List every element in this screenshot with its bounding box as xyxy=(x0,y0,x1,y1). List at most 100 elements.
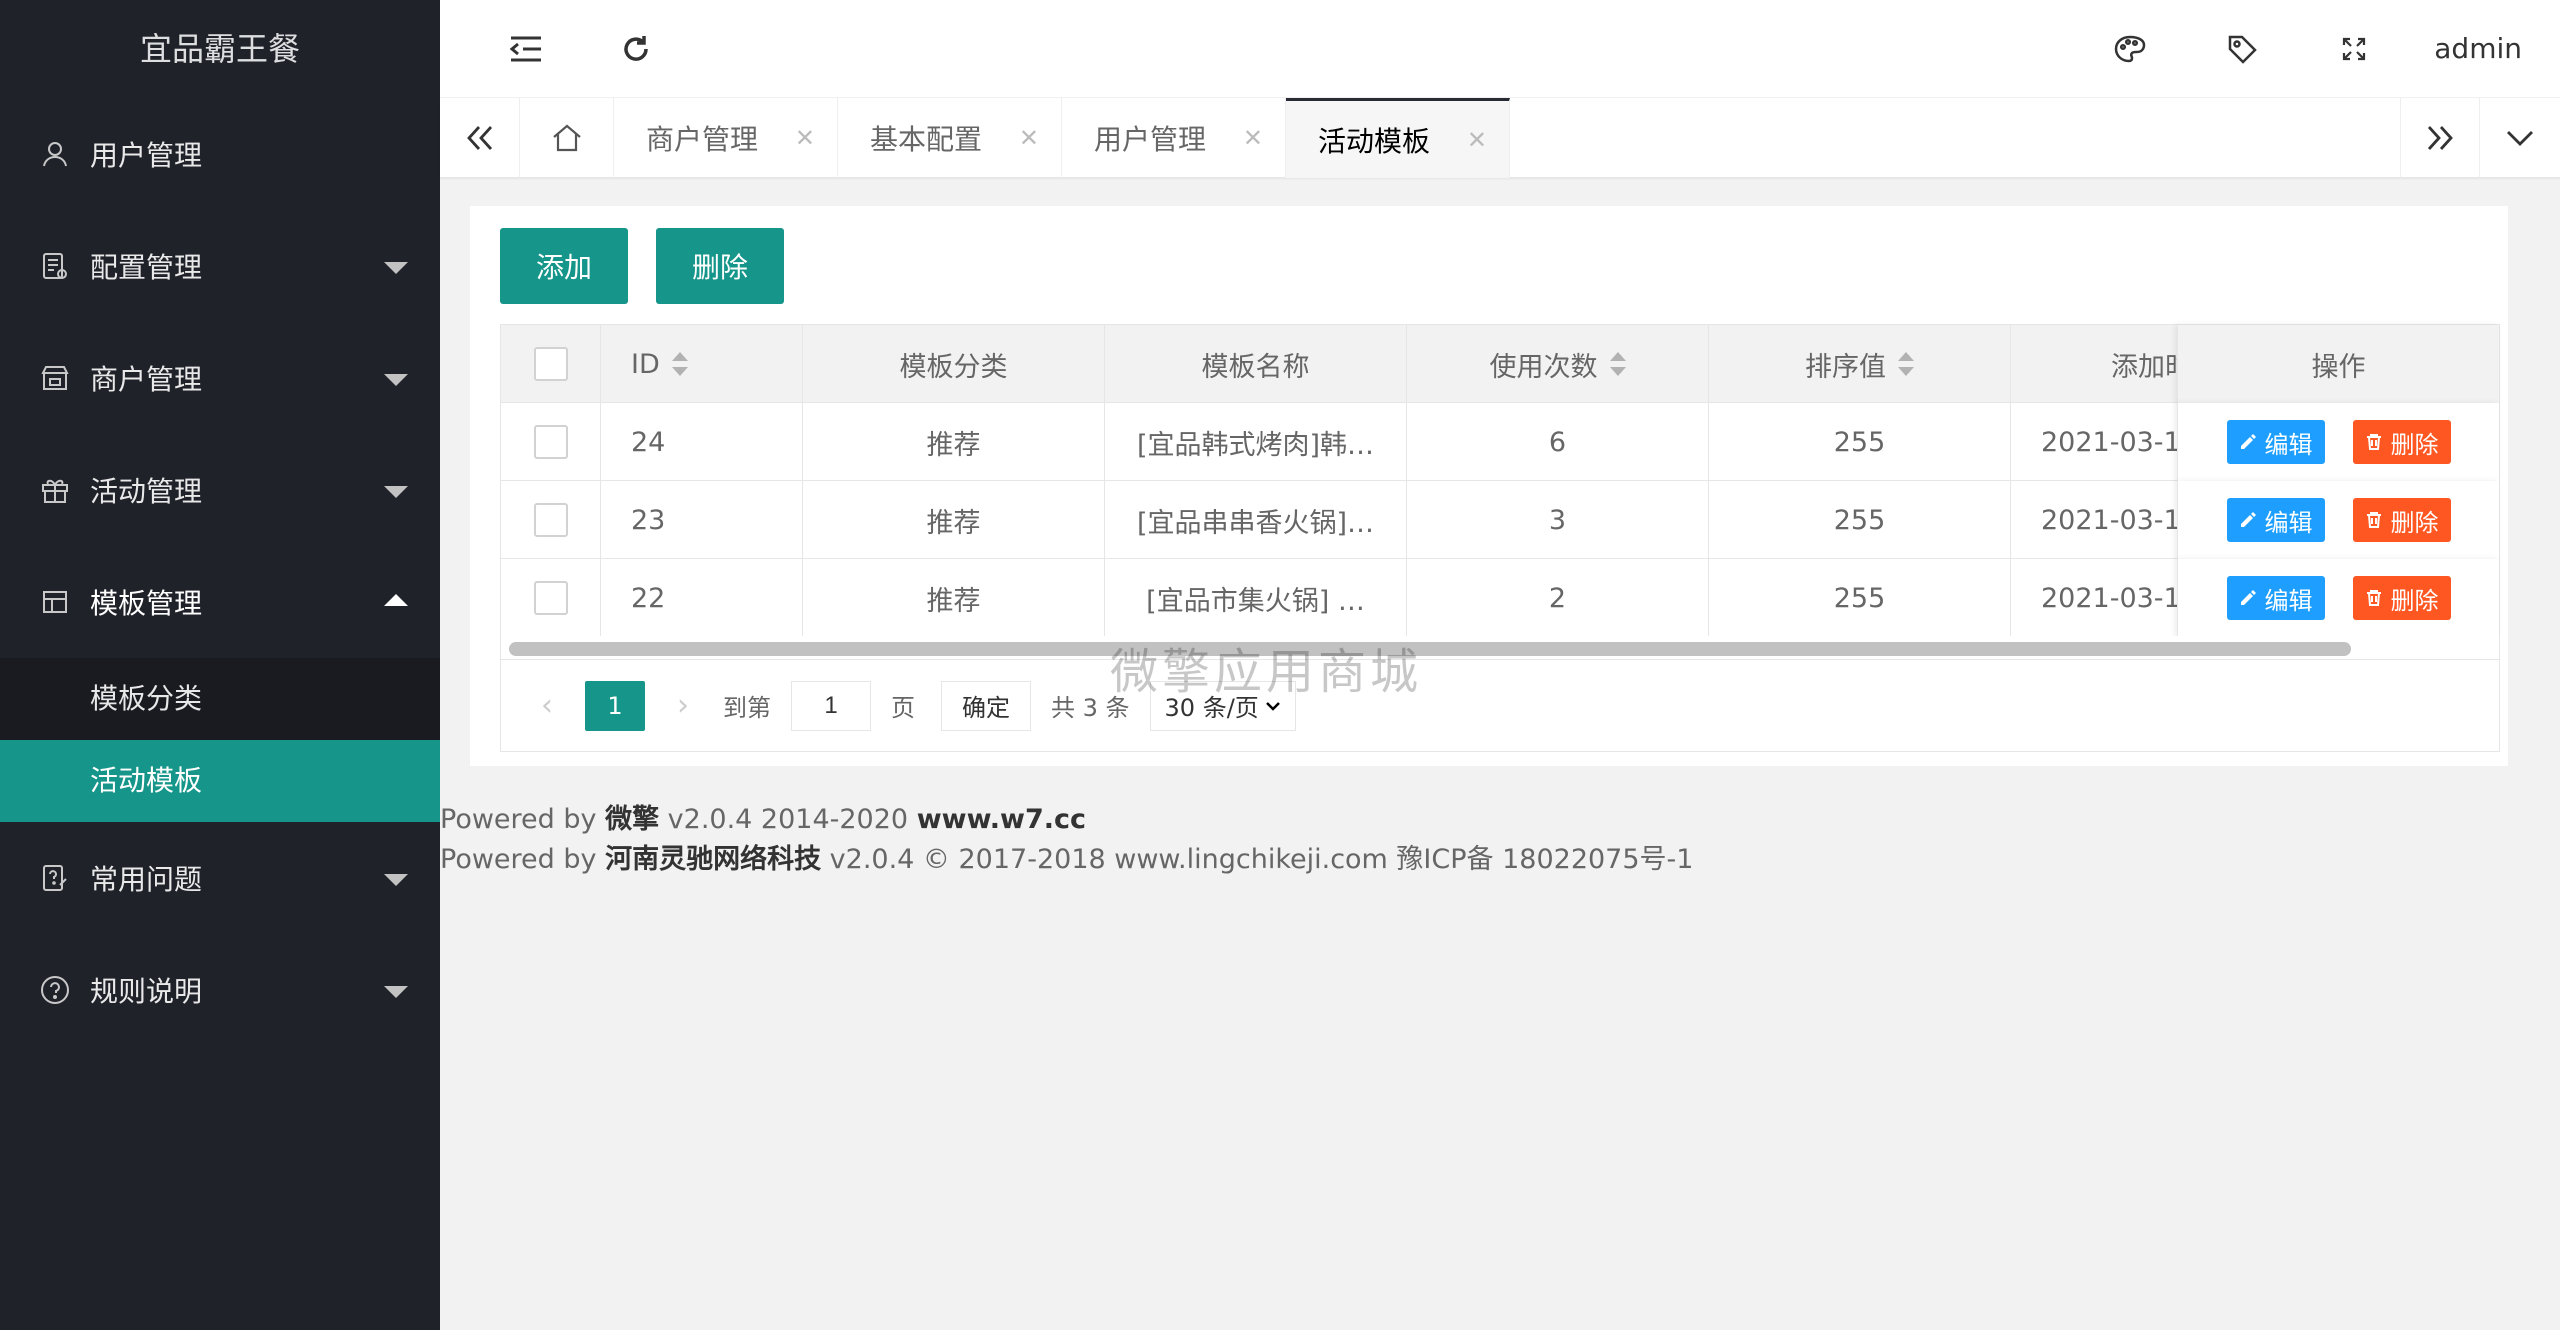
trash-icon xyxy=(2366,434,2381,450)
sidebar: 宜品霸王餐 用户管理 配置管理 商户管理 活动管理 模板管理 模板分类 活动模板… xyxy=(0,0,440,1330)
tab-label: 活动模板 xyxy=(1318,124,1431,158)
delete-label: 删除 xyxy=(2390,586,2439,615)
row-checkbox[interactable] xyxy=(533,503,568,537)
sidebar-item-faq[interactable]: 常用问题 xyxy=(0,822,440,934)
tab-merchant-management[interactable]: 商户管理 ✕ xyxy=(614,98,838,178)
goto-confirm-button[interactable]: 确定 xyxy=(941,680,1031,731)
table-row: 24 推荐 [宜品韩式烤肉]韩… 6 255 2021-03-13 编辑 删除 xyxy=(501,403,2499,481)
close-icon[interactable]: ✕ xyxy=(1019,124,1039,152)
caret-down-icon xyxy=(384,374,408,386)
user-menu[interactable]: admin xyxy=(2434,0,2522,98)
trash-icon xyxy=(2366,590,2381,606)
sort-icon[interactable] xyxy=(671,352,688,376)
tabs-scroll-left-button[interactable] xyxy=(440,98,520,178)
fullscreen-button[interactable] xyxy=(2324,0,2384,98)
sidebar-item-merchant-management[interactable]: 商户管理 xyxy=(0,322,440,434)
refresh-icon xyxy=(624,36,648,61)
cell-uses: 3 xyxy=(1407,481,1709,559)
footer-company-link[interactable]: 河南灵驰网络科技 xyxy=(605,844,821,875)
column-header-label: ID xyxy=(631,348,660,380)
sidebar-item-label: 配置管理 xyxy=(90,251,203,284)
cell-category: 推荐 xyxy=(803,403,1105,481)
sidebar-item-rules[interactable]: 规则说明 xyxy=(0,934,440,1046)
select-all-checkbox[interactable] xyxy=(533,347,568,381)
menu-collapse-button[interactable] xyxy=(496,0,556,98)
cell-category: 推荐 xyxy=(803,481,1105,559)
user-icon xyxy=(38,137,72,171)
footer-line-2: Powered by 河南灵驰网络科技 v2.0.4 © 2017-2018 w… xyxy=(440,840,1693,880)
edit-button[interactable]: 编辑 xyxy=(2226,498,2325,542)
add-button[interactable]: 添加 xyxy=(500,228,628,304)
caret-down-icon xyxy=(384,486,408,498)
tabs-menu-button[interactable] xyxy=(2480,98,2560,178)
delete-button[interactable]: 删除 xyxy=(2352,576,2451,620)
page-label: 页 xyxy=(891,694,915,722)
sidebar-subitem-activity-template[interactable]: 活动模板 xyxy=(0,740,440,822)
delete-button[interactable]: 删除 xyxy=(2352,498,2451,542)
batch-delete-button[interactable]: 删除 xyxy=(656,228,784,304)
prev-page-button[interactable]: ‹ xyxy=(527,682,567,730)
footer-text: Powered by xyxy=(440,804,606,835)
cell-id: 23 xyxy=(601,481,803,559)
footer-brand-link[interactable]: 微擎 xyxy=(605,804,659,835)
tab-activity-template[interactable]: 活动模板 ✕ xyxy=(1286,98,1510,178)
row-checkbox[interactable] xyxy=(533,425,568,459)
table-horizontal-scrollbar[interactable] xyxy=(500,636,2500,660)
refresh-button[interactable] xyxy=(606,0,666,98)
menu-fold-icon xyxy=(509,36,541,62)
double-chevron-right-icon xyxy=(2427,126,2453,150)
close-icon[interactable]: ✕ xyxy=(1243,124,1263,152)
tabs-scroll-right-button[interactable] xyxy=(2400,98,2480,178)
sidebar-item-template-management[interactable]: 模板管理 xyxy=(0,546,440,658)
pagination: ‹ 1 › 到第 页 确定 共 3 条 30 条/页 xyxy=(500,660,2500,752)
footer: Powered by 微擎 v2.0.4 2014-2020 www.w7.cc… xyxy=(440,800,1693,880)
sidebar-item-activity-management[interactable]: 活动管理 xyxy=(0,434,440,546)
double-chevron-left-icon xyxy=(466,126,492,150)
sidebar-subitem-template-category[interactable]: 模板分类 xyxy=(0,658,440,740)
content-card: 添加 删除 ID 模板分类 模板名称 使用次数 排序值 添加时间 操作 24 推… xyxy=(470,206,2508,766)
theme-button[interactable] xyxy=(2100,0,2160,98)
scrollbar-thumb[interactable] xyxy=(509,642,2351,656)
app-logo-title: 宜品霸王餐 xyxy=(139,30,300,68)
close-icon[interactable]: ✕ xyxy=(795,124,815,152)
tab-basic-config[interactable]: 基本配置 ✕ xyxy=(838,98,1062,178)
next-page-button[interactable]: › xyxy=(663,682,703,730)
cell-sort: 255 xyxy=(1709,559,2011,637)
column-header-id[interactable]: ID xyxy=(601,325,803,403)
footer-text: Powered by xyxy=(440,844,606,875)
tag-icon xyxy=(2228,35,2257,64)
table-row: 22 推荐 [宜品市集火锅] … 2 255 2021-03-13 编辑 删除 xyxy=(501,559,2499,637)
watermark: 微擎应用商城 xyxy=(1110,644,1423,700)
footer-site-link[interactable]: www.w7.cc xyxy=(917,804,1086,835)
store-icon xyxy=(38,361,72,395)
sidebar-item-user-management[interactable]: 用户管理 xyxy=(0,98,440,210)
sort-icon[interactable] xyxy=(1609,352,1626,376)
row-actions: 编辑 删除 xyxy=(2177,559,2499,637)
top-header: admin xyxy=(440,0,2560,98)
tab-home[interactable] xyxy=(520,98,614,178)
page-tabs: 商户管理 ✕ 基本配置 ✕ 用户管理 ✕ 活动模板 ✕ xyxy=(440,98,2560,178)
edit-button[interactable]: 编辑 xyxy=(2226,576,2325,620)
edit-button[interactable]: 编辑 xyxy=(2226,420,2325,464)
column-header-label: 使用次数 xyxy=(1489,351,1598,383)
row-actions: 编辑 删除 xyxy=(2177,481,2499,559)
goto-page-input[interactable] xyxy=(791,680,871,731)
row-actions: 编辑 删除 xyxy=(2177,403,2499,481)
close-icon[interactable]: ✕ xyxy=(1467,126,1487,154)
row-checkbox[interactable] xyxy=(533,581,568,615)
edit-label: 编辑 xyxy=(2264,508,2313,537)
current-page[interactable]: 1 xyxy=(585,680,645,731)
column-header-actions: 操作 xyxy=(2177,325,2499,403)
tag-button[interactable] xyxy=(2212,0,2272,98)
cell-name: [宜品市集火锅] … xyxy=(1105,559,1407,637)
sort-icon[interactable] xyxy=(1898,352,1914,376)
column-header-label: 排序值 xyxy=(1805,351,1886,383)
sidebar-item-config-management[interactable]: 配置管理 xyxy=(0,210,440,322)
delete-label: 删除 xyxy=(2390,508,2439,537)
caret-down-icon xyxy=(384,986,408,998)
column-header-uses[interactable]: 使用次数 xyxy=(1407,325,1709,403)
column-header-sort[interactable]: 排序值 xyxy=(1709,325,2011,403)
delete-button[interactable]: 删除 xyxy=(2352,420,2451,464)
tab-user-management[interactable]: 用户管理 ✕ xyxy=(1062,98,1286,178)
cell-name: [宜品韩式烤肉]韩… xyxy=(1105,403,1407,481)
